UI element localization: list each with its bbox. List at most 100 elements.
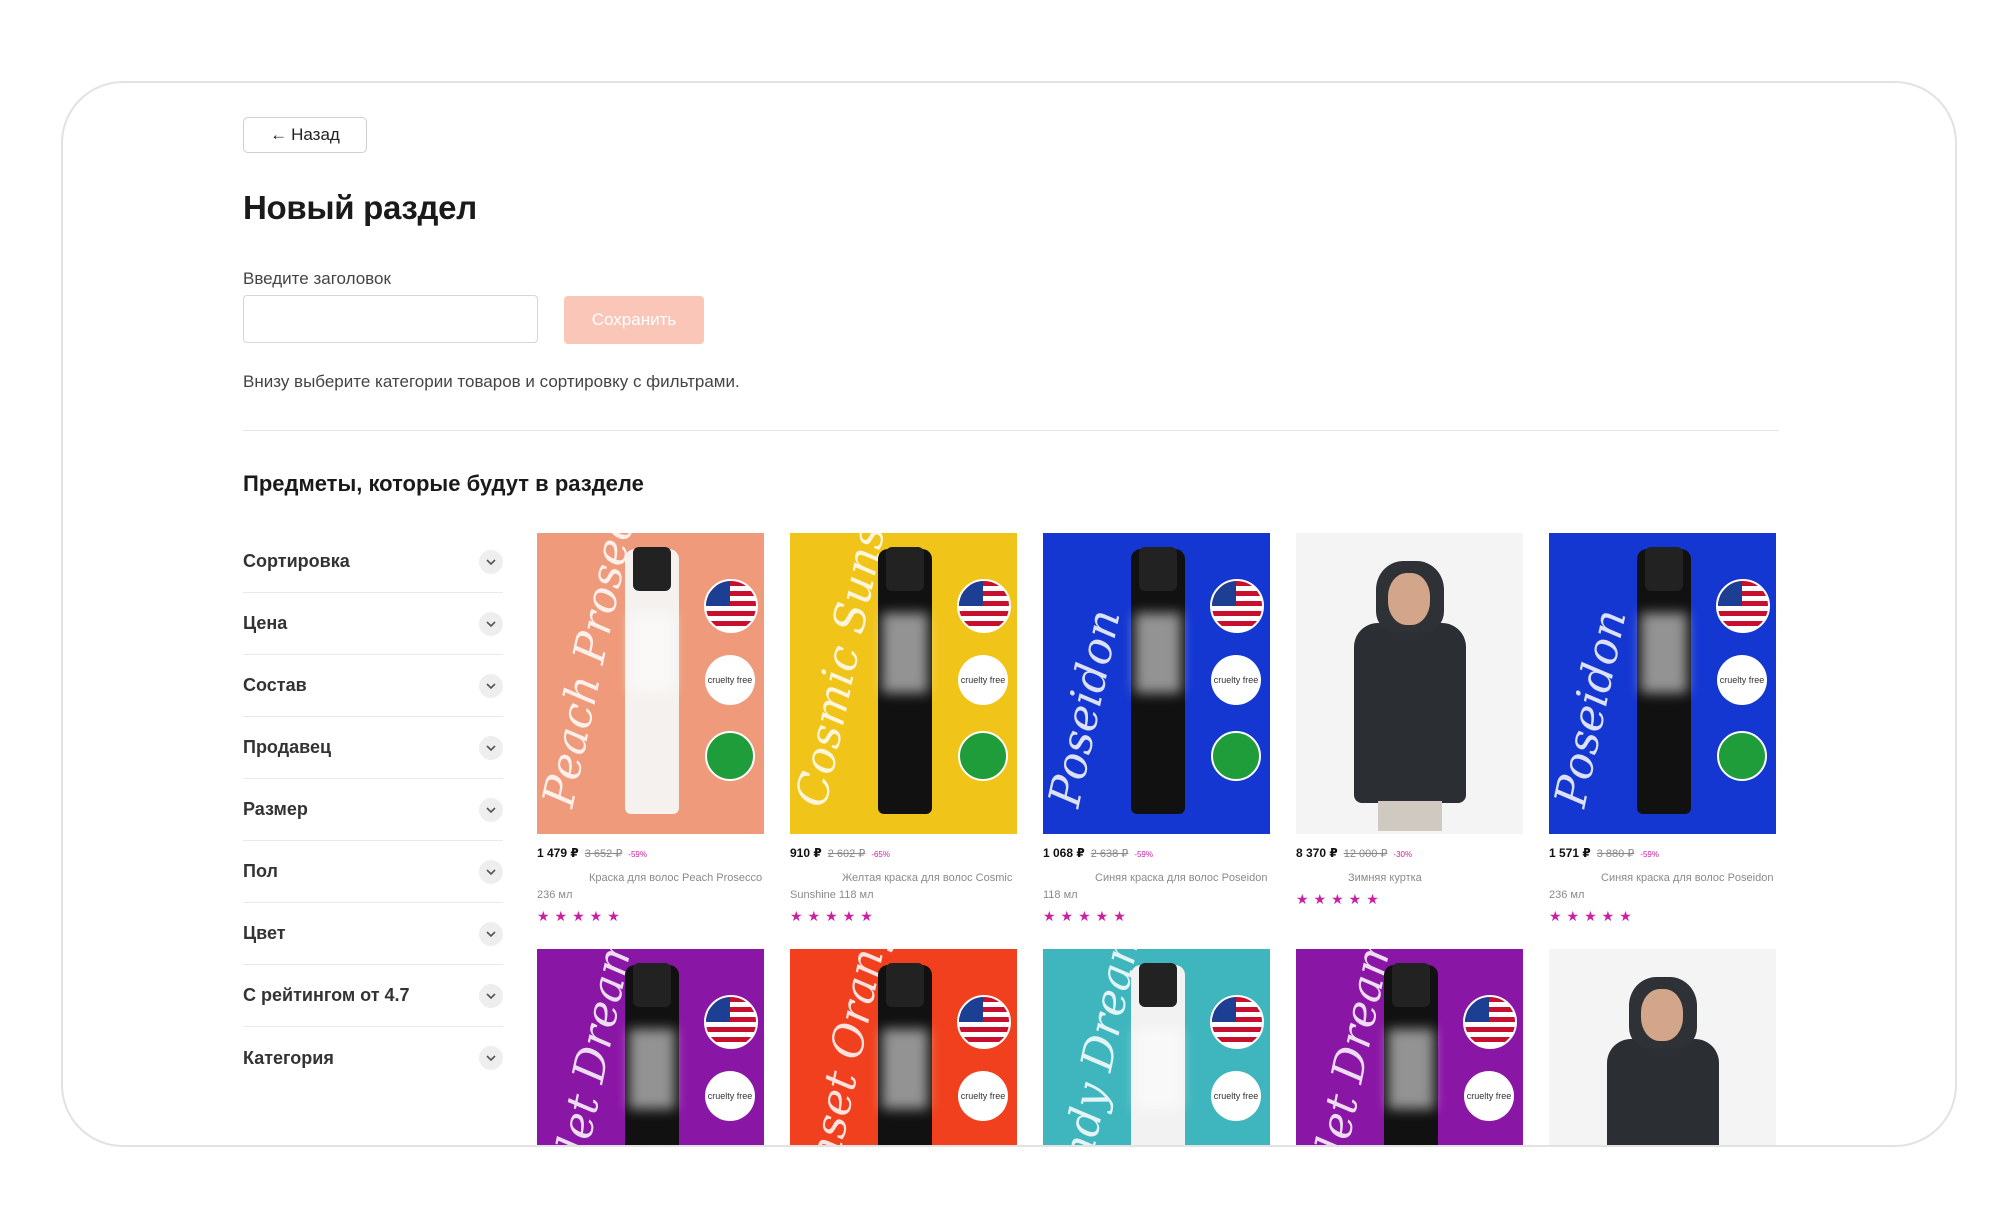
chevron-down-icon[interactable]: [479, 549, 503, 574]
product-name[interactable]: Синяя краска для волос Poseidon 236 мл: [1549, 870, 1776, 904]
price: 910 ₽: [790, 846, 822, 860]
app-window: ← Назад Новый раздел Введите заголовок С…: [61, 81, 1957, 1147]
product-image-text: Poseidon: [1549, 605, 1637, 812]
vegan-badge-icon: [958, 731, 1008, 781]
product-name[interactable]: Зимняя куртка: [1296, 870, 1523, 887]
product-card[interactable]: Violet Dream cruelty free: [1296, 949, 1523, 1147]
save-button[interactable]: Сохранить: [564, 296, 704, 344]
bottle-cap: [1392, 963, 1430, 1007]
product-name[interactable]: Желтая краска для волос Cosmic Sunshine …: [790, 870, 1017, 904]
filter-label: Сортировка: [243, 551, 350, 571]
rating-stars: ★★★★★: [1296, 891, 1384, 907]
arrow-left-icon: ←: [270, 125, 288, 144]
discount-badge: -59%: [628, 850, 647, 859]
filter-row[interactable]: Размер: [243, 779, 503, 841]
rating-stars: ★★★★★: [537, 908, 625, 924]
vegan-badge-icon: [1717, 731, 1767, 781]
product-card[interactable]: Violet Dream cruelty free: [537, 949, 764, 1147]
filter-row[interactable]: Продавец: [243, 717, 503, 779]
product-image[interactable]: [1549, 949, 1776, 1145]
product-image[interactable]: Sunset Orange cruelty free: [790, 949, 1017, 1147]
filter-row[interactable]: С рейтингом от 4.7: [243, 965, 503, 1027]
product-image-text: Cosmic Sunshine: [790, 533, 916, 812]
rating-stars: ★★★★★: [1549, 908, 1637, 924]
chevron-down-icon[interactable]: [479, 611, 503, 636]
chevron-down-icon[interactable]: [479, 983, 503, 1008]
chevron-down-icon[interactable]: [479, 859, 503, 884]
cruelty-free-badge-icon: cruelty free: [1464, 1071, 1514, 1121]
product-image-text: Poseidon: [1043, 605, 1131, 812]
product-card[interactable]: Poseidon cruelty free 1 571 ₽ 3 880 ₽ -59% Си…: [1549, 533, 1776, 925]
bottle-label: [882, 1029, 928, 1109]
cruelty-free-badge-icon: cruelty free: [705, 1071, 755, 1121]
chevron-down-icon[interactable]: [479, 735, 503, 760]
product-image[interactable]: Candy Dreams cruelty free: [1043, 949, 1270, 1147]
product-image-text: Violet Dream: [537, 949, 645, 1147]
us-flag-icon: [957, 995, 1011, 1049]
filter-row[interactable]: Категория: [243, 1027, 503, 1089]
product-name[interactable]: Краска для волос Peach Prosecco 236 мл: [537, 870, 764, 904]
filter-label: Цвет: [243, 923, 286, 943]
filter-row[interactable]: Пол: [243, 841, 503, 903]
cruelty-free-badge-icon: cruelty free: [705, 655, 755, 705]
product-image-text: Candy Dreams: [1043, 949, 1158, 1147]
product-image[interactable]: Poseidon cruelty free: [1043, 533, 1270, 834]
old-price: 3 652 ₽: [584, 848, 623, 860]
old-price: 2 638 ₽: [1090, 848, 1129, 860]
cruelty-free-badge-icon: cruelty free: [958, 1071, 1008, 1121]
price-line: 1 571 ₽ 3 880 ₽ -59%: [1549, 846, 1776, 860]
product-image[interactable]: Poseidon cruelty free: [1549, 533, 1776, 834]
filter-row[interactable]: Сортировка: [243, 531, 503, 593]
bottle-cap: [1139, 963, 1177, 1007]
model-photo: [1348, 557, 1472, 831]
product-image-text: Peach Prosecco: [537, 533, 656, 812]
bottle-label: [882, 613, 928, 693]
title-field-label: Введите заголовок: [243, 269, 391, 288]
vegan-badge-icon: [1211, 731, 1261, 781]
product-card[interactable]: Poseidon cruelty free 1 068 ₽ 2 638 ₽ -59% Си…: [1043, 533, 1270, 925]
old-price: 12 000 ₽: [1343, 848, 1388, 860]
filter-label: Продавец: [243, 737, 332, 757]
us-flag-icon: [1716, 579, 1770, 633]
product-image[interactable]: Cosmic Sunshine cruelty free: [790, 533, 1017, 834]
product-image-text: Sunset Orange: [790, 949, 906, 1147]
price-line: 1 479 ₽ 3 652 ₽ -59%: [537, 846, 764, 860]
section-title: Предметы, которые будут в разделе: [243, 471, 644, 496]
bottle-label: [1641, 613, 1687, 693]
filter-label: Пол: [243, 861, 278, 881]
product-card[interactable]: Cosmic Sunshine cruelty free 910 ₽ 2 602 ₽ -…: [790, 533, 1017, 925]
product-image[interactable]: [1296, 533, 1523, 834]
price-line: 910 ₽ 2 602 ₽ -65%: [790, 846, 1017, 860]
title-input[interactable]: [243, 295, 538, 343]
chevron-down-icon[interactable]: [479, 673, 503, 698]
product-card[interactable]: [1549, 949, 1776, 1145]
rating-stars: ★★★★★: [790, 908, 878, 924]
bottle-label: [1135, 1029, 1181, 1109]
us-flag-icon: [704, 995, 758, 1049]
product-card[interactable]: 8 370 ₽ 12 000 ₽ -30% Зимняя куртка ★★★★★: [1296, 533, 1523, 908]
product-card[interactable]: Sunset Orange cruelty free: [790, 949, 1017, 1147]
back-button[interactable]: ← Назад: [243, 117, 367, 153]
product-image[interactable]: Violet Dream cruelty free: [537, 949, 764, 1147]
product-card[interactable]: Peach Prosecco cruelty free 1 479 ₽ 3 652 ₽…: [537, 533, 764, 925]
product-card[interactable]: Candy Dreams cruelty free: [1043, 949, 1270, 1147]
product-image-text: Violet Dream: [1296, 949, 1404, 1147]
page-title: Новый раздел: [243, 189, 477, 226]
cruelty-free-badge-icon: cruelty free: [1717, 655, 1767, 705]
filter-row[interactable]: Цена: [243, 593, 503, 655]
filter-row[interactable]: Цвет: [243, 903, 503, 965]
chevron-down-icon[interactable]: [479, 797, 503, 822]
discount-badge: -30%: [1393, 850, 1413, 859]
price: 8 370 ₽: [1296, 846, 1338, 860]
chevron-down-icon[interactable]: [479, 921, 503, 946]
filter-row[interactable]: Состав: [243, 655, 503, 717]
bottle-label: [1388, 1029, 1434, 1109]
product-name[interactable]: Синяя краска для волос Poseidon 118 мл: [1043, 870, 1270, 904]
filter-label: Цена: [243, 613, 288, 633]
chevron-down-icon[interactable]: [479, 1046, 503, 1070]
filter-label: Категория: [243, 1047, 334, 1068]
product-image[interactable]: Violet Dream cruelty free: [1296, 949, 1523, 1147]
discount-badge: -59%: [1134, 850, 1153, 859]
product-image[interactable]: Peach Prosecco cruelty free: [537, 533, 764, 834]
bottle-label: [1135, 613, 1181, 693]
